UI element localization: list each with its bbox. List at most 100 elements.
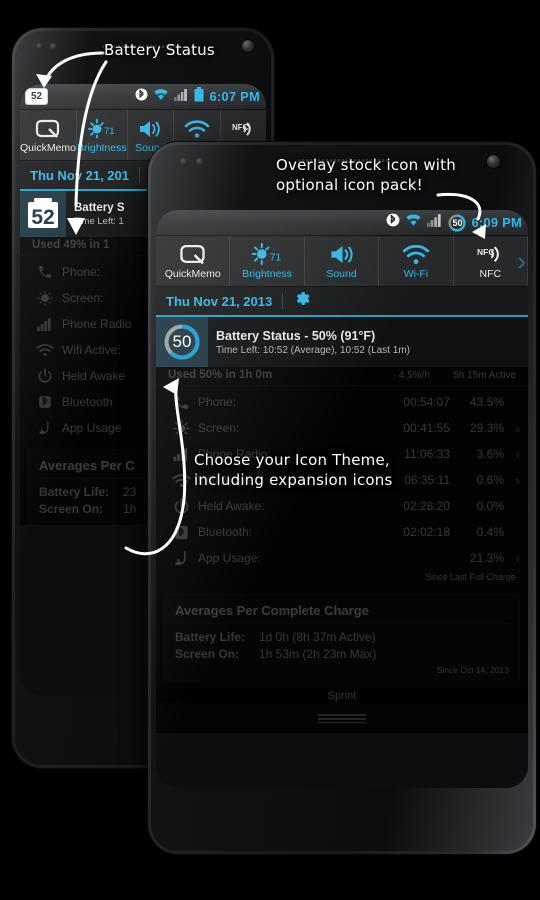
stat-label: Bluetooth: — [198, 525, 253, 539]
notification-title: Battery Status - 50% (91°F) — [216, 328, 376, 343]
front-camera-icon — [242, 40, 254, 52]
front-datebar: Thu Nov 21, 2013 — [156, 287, 528, 317]
stat-value: 00:41:55 — [403, 421, 450, 435]
bluetooth-icon — [135, 87, 148, 107]
front-averages-card: Averages Per Complete Charge Battery Lif… — [164, 594, 520, 682]
table-row[interactable]: Held Awake: 02:28:20 0.0% — [156, 493, 528, 519]
bluetooth-icon — [168, 524, 194, 541]
quickmemo-icon — [35, 117, 61, 139]
stat-label: Held Awake: — [198, 499, 265, 513]
front-used-row: Used 50% in 1h 0m 4.5%/h 5h 15m Active — [156, 367, 528, 386]
qs-tile-wifi[interactable]: Wi-Fi — [379, 236, 454, 286]
screen-icon — [32, 290, 58, 306]
stat-label: Phone: — [198, 395, 237, 409]
front-phone-device: 50 6:09 PM QuickMemo 71 Brightness Sound… — [148, 142, 536, 854]
nfc-icon: NFC — [230, 117, 256, 139]
chevron-right-icon[interactable]: › — [517, 248, 526, 274]
qs-label-brightness: Brightness — [242, 268, 292, 280]
appusage-icon — [32, 420, 58, 436]
wifi-icon — [402, 243, 430, 265]
light-sensor-icon — [50, 43, 57, 50]
annotation-theme-line2: including expansion icons — [194, 471, 393, 489]
back-statusbar: 52 6:07 PM — [20, 84, 266, 110]
gear-icon[interactable] — [293, 290, 310, 312]
screen-icon — [168, 419, 194, 437]
annotation-overlay-line2: optional icon pack! — [276, 176, 423, 194]
front-phone-screen: 50 6:09 PM QuickMemo 71 Brightness Sound… — [156, 210, 528, 788]
stat-percent: 0.6% — [476, 473, 504, 487]
stat-percent: 0.4% — [476, 525, 504, 539]
qs-tile-quickmemo[interactable]: QuickMemo — [20, 110, 78, 160]
used-rate: 4.5%/h — [398, 369, 430, 381]
averages-title: Averages Per Complete Charge — [175, 603, 509, 624]
table-row[interactable]: App Usage: 21.3% › — [156, 545, 528, 571]
chevron-right-icon[interactable]: › — [504, 421, 520, 436]
nfc-icon: NFC — [475, 243, 505, 265]
navigation-bar[interactable] — [156, 703, 528, 733]
averages-key: Screen On: — [39, 502, 104, 516]
stat-percent: 3.6% — [476, 447, 504, 461]
wifi-icon — [153, 88, 169, 106]
averages-value: 1h 53m (2h 23m Max) — [259, 647, 377, 661]
stat-label: App Usage: — [198, 551, 261, 565]
front-statusbar-icons: 50 6:09 PM — [386, 212, 522, 233]
date-label: Thu Nov 21, 201 — [30, 167, 129, 183]
since-note: Since Last Full Charge — [424, 572, 516, 582]
notification-subtitle: Time Left: 1 — [74, 215, 124, 227]
signal-icon — [174, 88, 189, 106]
used-active: 5h 15m Active — [453, 369, 516, 381]
battery-icon — [194, 86, 204, 107]
stat-value: 02:28:20 — [403, 499, 450, 513]
brightness-icon: 71 — [250, 243, 284, 265]
battery-ring-icon: 50 — [448, 213, 466, 232]
table-row[interactable]: Screen: 00:41:55 29.3% › — [156, 415, 528, 441]
battery-ring-overlay-icon: 50 — [156, 317, 208, 367]
qs-label-brightness: Brightness — [77, 142, 127, 154]
carrier-label: Sprint — [156, 688, 528, 703]
front-notification-text: Battery Status - 50% (91°F) Time Left: 1… — [208, 325, 418, 360]
annotation-battery-status: Battery Status — [104, 41, 215, 59]
stat-value: 00:54:07 — [403, 395, 450, 409]
qs-tile-brightness[interactable]: 71 Brightness — [230, 236, 305, 286]
front-phone-glass: 50 6:09 PM QuickMemo 71 Brightness Sound… — [156, 210, 528, 788]
chevron-right-icon[interactable]: › — [504, 447, 520, 462]
chevron-right-icon[interactable]: › — [504, 551, 520, 566]
qs-tile-sound[interactable]: Sound — [305, 236, 380, 286]
qs-label-quickmemo: QuickMemo — [164, 268, 221, 280]
date-label: Thu Nov 21, 2013 — [166, 293, 273, 309]
averages-key: Battery Life: — [39, 485, 110, 499]
wifi-icon — [32, 343, 58, 357]
sound-icon — [329, 243, 355, 265]
back-statusbar-icons: 6:07 PM — [135, 86, 260, 107]
notification-drag-handle[interactable] — [318, 713, 366, 723]
battery-ring-value: 50 — [452, 217, 463, 228]
clock-label: 6:07 PM — [209, 89, 260, 104]
chevron-right-icon[interactable]: › — [504, 473, 520, 488]
phone-icon — [32, 264, 58, 280]
svg-text:71: 71 — [104, 126, 115, 137]
qs-label-quickmemo: QuickMemo — [20, 142, 77, 154]
front-quick-settings[interactable]: QuickMemo 71 Brightness Sound Wi-Fi NFC … — [156, 236, 528, 287]
quickmemo-icon — [179, 243, 207, 265]
qs-tile-quickmemo[interactable]: QuickMemo — [156, 236, 231, 286]
battery-ring: 50 — [162, 322, 202, 362]
table-row[interactable]: Bluetooth: 02:02:18 0.4% — [156, 519, 528, 545]
annotation-theme-line1: Choose your Icon Theme, — [194, 451, 390, 469]
averages-note: Since Oct 14, 2013 — [436, 665, 509, 675]
averages-key: Screen On: — [175, 647, 240, 661]
qs-tile-brightness[interactable]: 71 Brightness — [77, 110, 128, 160]
sound-icon — [138, 117, 162, 139]
battery-stock-icon: 52 — [20, 191, 66, 237]
stat-percent: 43.5% — [469, 395, 504, 409]
averages-row: Battery Life: 1d 0h (8h 37m Active) — [175, 629, 509, 646]
front-camera-icon — [487, 155, 500, 168]
stat-percent: 21.3% — [469, 551, 504, 565]
svg-text:52: 52 — [31, 206, 54, 229]
stat-value: 02:02:18 — [403, 525, 450, 539]
front-battery-notification[interactable]: 50 Battery Status - 50% (91°F) Time Left… — [156, 317, 528, 367]
divider — [282, 293, 284, 309]
front-statusbar: 50 6:09 PM — [156, 210, 528, 236]
qs-label-wifi: Wi-Fi — [403, 268, 429, 280]
table-row[interactable]: Phone: 00:54:07 43.5% — [156, 389, 528, 415]
used-label: Used 50% in 1h 0m — [168, 369, 273, 381]
